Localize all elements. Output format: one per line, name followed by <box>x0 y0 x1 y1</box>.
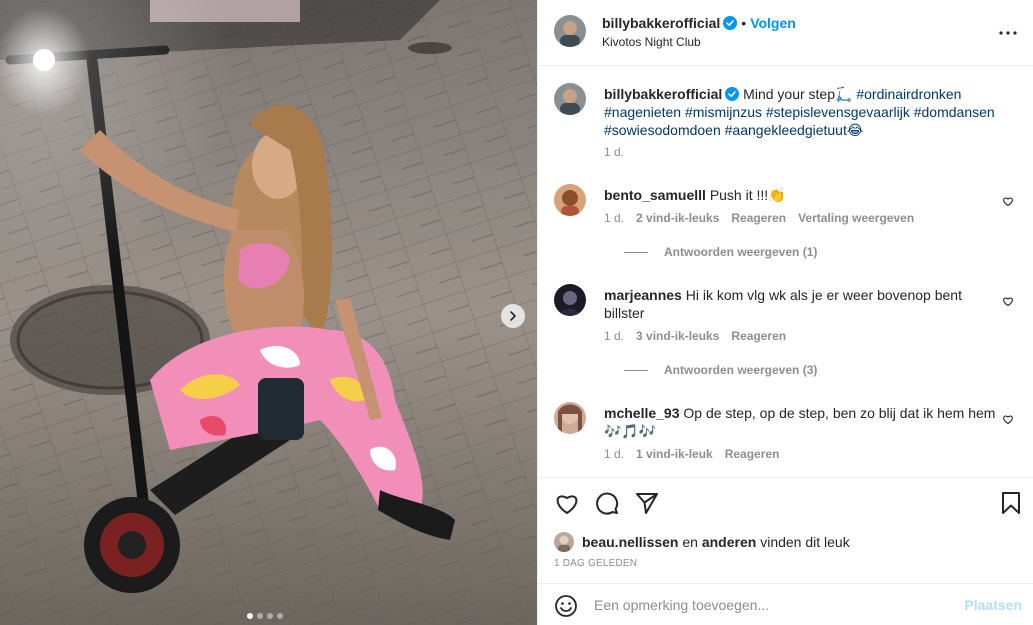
comment-likes[interactable]: 3 vind-ik-leuks <box>636 329 719 343</box>
reply-button[interactable]: Reageren <box>731 211 786 225</box>
comment-username[interactable]: marjeannes <box>604 287 682 303</box>
carousel-dot <box>257 613 263 619</box>
caption-time[interactable]: 1 d. <box>604 145 624 159</box>
view-replies-label: Antwoorden weergeven (1) <box>664 245 818 259</box>
hashtag[interactable]: #ordinairdronken <box>856 86 961 102</box>
caption-username[interactable]: billybakkerofficial <box>604 86 722 102</box>
next-slide-button[interactable] <box>501 304 525 328</box>
commenter-avatar[interactable] <box>554 184 586 216</box>
heart-icon[interactable] <box>1002 413 1014 425</box>
comment-username[interactable]: bento_samuelll <box>604 187 706 203</box>
hashtag[interactable]: #stepislevensgevaarlijk <box>766 104 910 120</box>
post-location[interactable]: Kivotos Night Club <box>602 35 701 49</box>
comment-username[interactable]: mchelle_93 <box>604 405 680 421</box>
more-horizontal-icon[interactable] <box>998 23 1018 43</box>
add-comment-bar: Plaatsen <box>538 583 1033 625</box>
post-media[interactable] <box>0 0 537 625</box>
reply-button[interactable]: Reageren <box>725 447 780 461</box>
hashtag[interactable]: #domdansen <box>914 104 995 120</box>
verified-badge-icon <box>725 87 740 101</box>
comment-likes[interactable]: 2 vind-ik-leuks <box>636 211 719 225</box>
post-comment-button[interactable]: Plaatsen <box>964 597 1022 613</box>
hashtag[interactable]: #sowiesodomdoen <box>604 122 721 138</box>
likes-suffix: vinden dit leuk <box>760 534 850 550</box>
author-username[interactable]: billybakkerofficial <box>602 15 720 31</box>
translate-button[interactable]: Vertaling weergeven <box>798 211 914 225</box>
likes-summary: beau.nellissen en anderen vinden dit leu… <box>554 532 850 552</box>
comment-text: mchelle_93 Op de step, op de step, ben z… <box>604 404 1004 440</box>
caption-text: billybakkerofficial Mind your step🛴 #ord… <box>604 85 1004 139</box>
author-avatar[interactable] <box>554 83 586 115</box>
hashtag[interactable]: #aangekleedgietuut😂 <box>725 122 864 138</box>
liker-username[interactable]: beau.nellissen <box>582 534 678 550</box>
heart-icon[interactable] <box>554 490 580 516</box>
hashtag[interactable]: #mismijnzus <box>685 104 762 120</box>
author-line: billybakkerofficial • Volgen <box>602 15 796 31</box>
chevron-right-icon <box>510 311 516 321</box>
comment-meta: 1 d. 3 vind-ik-leuks Reageren <box>604 329 786 343</box>
carousel-dot <box>267 613 273 619</box>
comment-likes[interactable]: 1 vind-ik-leuk <box>636 447 713 461</box>
comment-message: Push it !!!👏 <box>709 187 786 203</box>
follow-button[interactable]: Volgen <box>750 15 796 31</box>
author-avatar[interactable] <box>554 15 586 47</box>
carousel-indicator <box>247 613 283 619</box>
comment-icon[interactable] <box>594 490 620 516</box>
comments-section[interactable]: billybakkerofficial Mind your step🛴 #ord… <box>538 67 1033 477</box>
post-photo <box>0 0 537 625</box>
bookmark-icon[interactable] <box>998 490 1024 516</box>
heart-icon[interactable] <box>1002 295 1014 307</box>
post-actions <box>538 477 1033 529</box>
view-replies-button[interactable]: Antwoorden weergeven (3) <box>624 363 817 377</box>
reply-button[interactable]: Reageren <box>731 329 786 343</box>
hashtag[interactable]: #nagenieten <box>604 104 681 120</box>
comment-text: bento_samuelll Push it !!!👏 <box>604 186 1004 204</box>
view-replies-button[interactable]: Antwoorden weergeven (1) <box>624 245 817 259</box>
carousel-dot <box>277 613 283 619</box>
likes-and: en <box>682 534 698 550</box>
heart-icon[interactable] <box>1002 195 1014 207</box>
post-date[interactable]: 1 DAG GELEDEN <box>554 558 637 569</box>
comment-time[interactable]: 1 d. <box>604 447 624 461</box>
view-replies-label: Antwoorden weergeven (3) <box>664 363 818 377</box>
comment-time[interactable]: 1 d. <box>604 329 624 343</box>
carousel-dot <box>247 613 253 619</box>
post-header: billybakkerofficial • Volgen Kivotos Night… <box>538 0 1033 66</box>
comment-text: marjeannes Hi ik kom vlg wk als je er we… <box>604 286 1004 322</box>
commenter-avatar[interactable] <box>554 284 586 316</box>
comment-meta: 1 d. 1 vind-ik-leuk Reageren <box>604 447 779 461</box>
send-icon[interactable] <box>634 490 660 516</box>
others-link[interactable]: anderen <box>702 534 756 550</box>
caption-message: Mind your step🛴 <box>743 86 853 102</box>
post-panel: billybakkerofficial • Volgen Kivotos Night… <box>537 0 1033 625</box>
comment-meta: 1 d. 2 vind-ik-leuks Reageren Vertaling wee… <box>604 211 914 225</box>
reply-line <box>624 370 648 372</box>
instagram-post: billybakkerofficial • Volgen Kivotos Night… <box>0 0 1033 625</box>
separator-bullet: • <box>741 15 747 31</box>
verified-badge-icon <box>723 16 738 30</box>
emoji-icon[interactable] <box>554 594 578 618</box>
caption-meta: 1 d. <box>604 145 624 159</box>
liker-avatar[interactable] <box>554 532 574 552</box>
comment-input[interactable] <box>594 595 954 615</box>
reply-line <box>624 252 648 254</box>
commenter-avatar[interactable] <box>554 402 586 434</box>
comment-time[interactable]: 1 d. <box>604 211 624 225</box>
